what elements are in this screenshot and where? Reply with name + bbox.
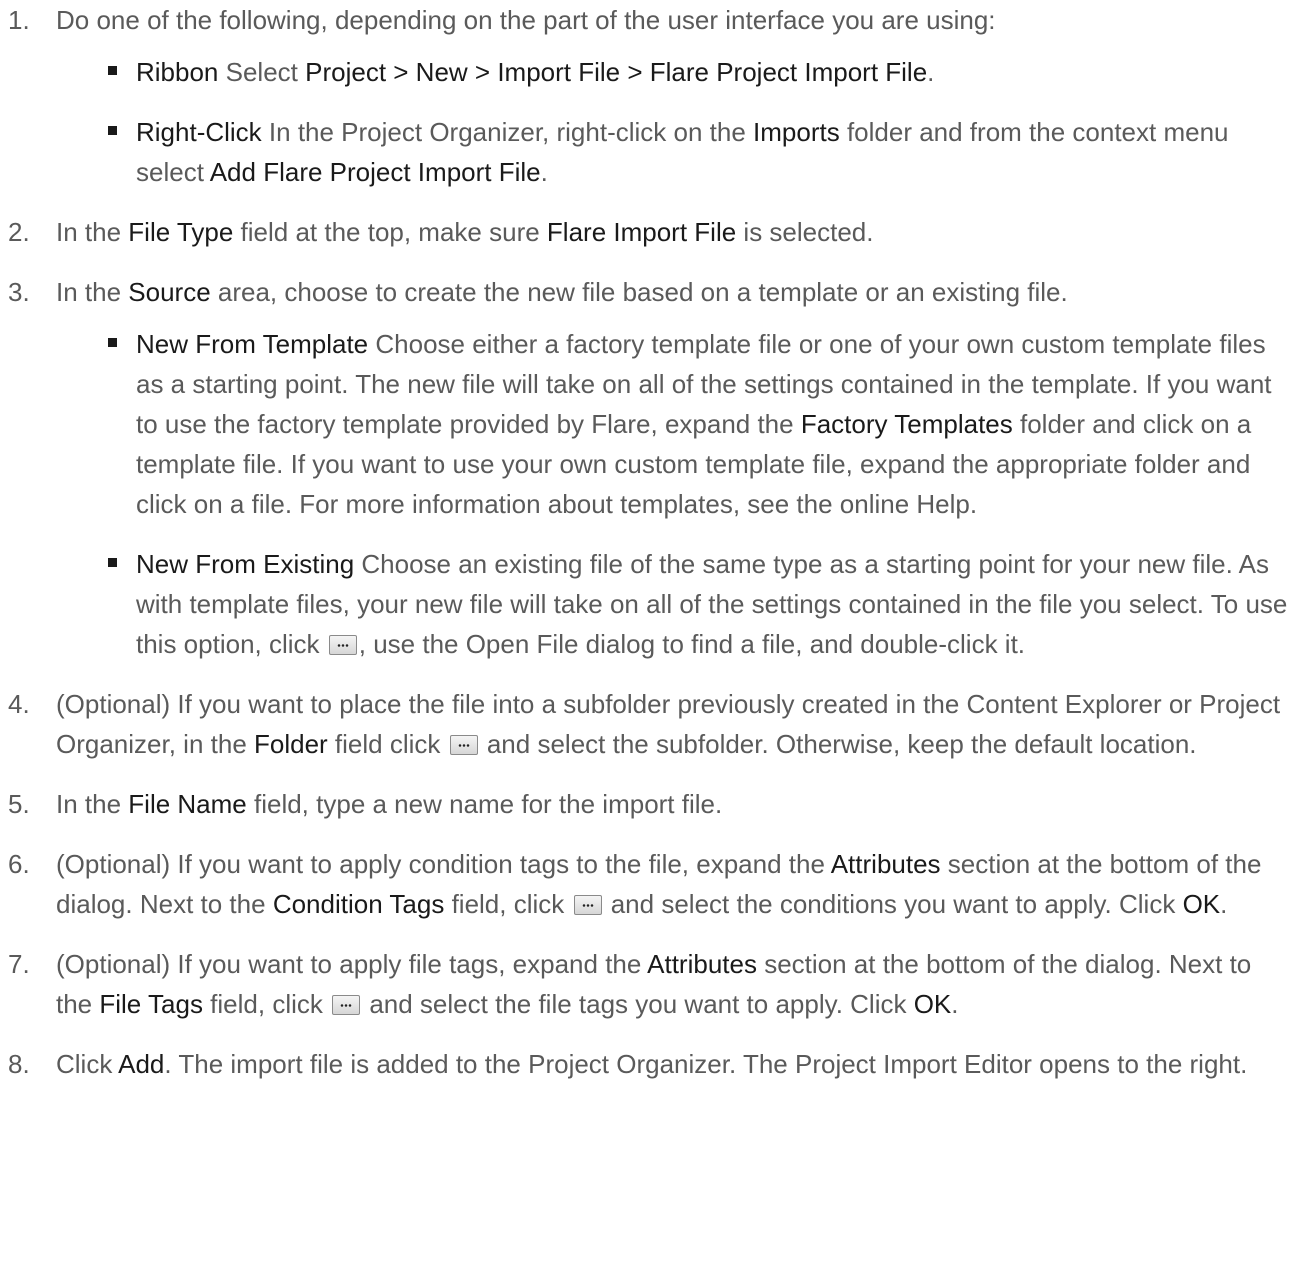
option-list: New From Template Choose either a factor… [56, 324, 1289, 664]
steps-list: 1. Do one of the following, depending on… [8, 0, 1295, 1084]
ellipsis-button-icon [573, 895, 602, 915]
step-number: 8. [8, 1049, 30, 1079]
step-text: In the File Name field, type a new name … [56, 789, 723, 819]
step-5: 5. In the File Name field, type a new na… [8, 784, 1295, 824]
ui-path: Project > New > Import File > Flare Proj… [305, 57, 928, 87]
step-number: 4. [8, 689, 30, 719]
ellipsis-button-icon [328, 635, 357, 655]
step-text: Click Add. The import file is added to t… [56, 1049, 1248, 1079]
step-2: 2. In the File Type field at the top, ma… [8, 212, 1295, 252]
option-label: Right-Click [136, 117, 262, 147]
option-label: New From Template [136, 329, 369, 359]
step-4: 4. (Optional) If you want to place the f… [8, 684, 1295, 764]
step-text: Do one of the following, depending on th… [56, 5, 996, 35]
option-list: Ribbon Select Project > New > Import Fil… [56, 52, 1289, 192]
bullet-square-icon [108, 338, 117, 347]
step-6: 6. (Optional) If you want to apply condi… [8, 844, 1295, 924]
step-number: 6. [8, 849, 30, 879]
step-number: 3. [8, 277, 30, 307]
step-number: 5. [8, 789, 30, 819]
step-text: (Optional) If you want to place the file… [56, 689, 1281, 759]
step-text: (Optional) If you want to apply conditio… [56, 849, 1262, 919]
option-right-click: Right-Click In the Project Organizer, ri… [106, 112, 1289, 192]
step-7: 7. (Optional) If you want to apply file … [8, 944, 1295, 1024]
step-number: 7. [8, 949, 30, 979]
step-number: 1. [8, 5, 30, 35]
step-text: In the Source area, choose to create the… [56, 277, 1068, 307]
ellipsis-button-icon [449, 735, 478, 755]
option-label: New From Existing [136, 549, 355, 579]
option-ribbon: Ribbon Select Project > New > Import Fil… [106, 52, 1289, 92]
bullet-square-icon [108, 558, 117, 567]
option-new-from-existing: New From Existing Choose an existing fil… [106, 544, 1289, 664]
step-3: 3. In the Source area, choose to create … [8, 272, 1295, 664]
step-number: 2. [8, 217, 30, 247]
step-text: In the File Type field at the top, make … [56, 217, 874, 247]
ellipsis-button-icon [332, 995, 361, 1015]
step-1: 1. Do one of the following, depending on… [8, 0, 1295, 192]
option-new-from-template: New From Template Choose either a factor… [106, 324, 1289, 524]
option-label: Ribbon [136, 57, 219, 87]
step-8: 8. Click Add. The import file is added t… [8, 1044, 1295, 1084]
bullet-square-icon [108, 126, 117, 135]
bullet-square-icon [108, 66, 117, 75]
step-text: (Optional) If you want to apply file tag… [56, 949, 1252, 1019]
procedure-document: 1. Do one of the following, depending on… [0, 0, 1295, 1084]
